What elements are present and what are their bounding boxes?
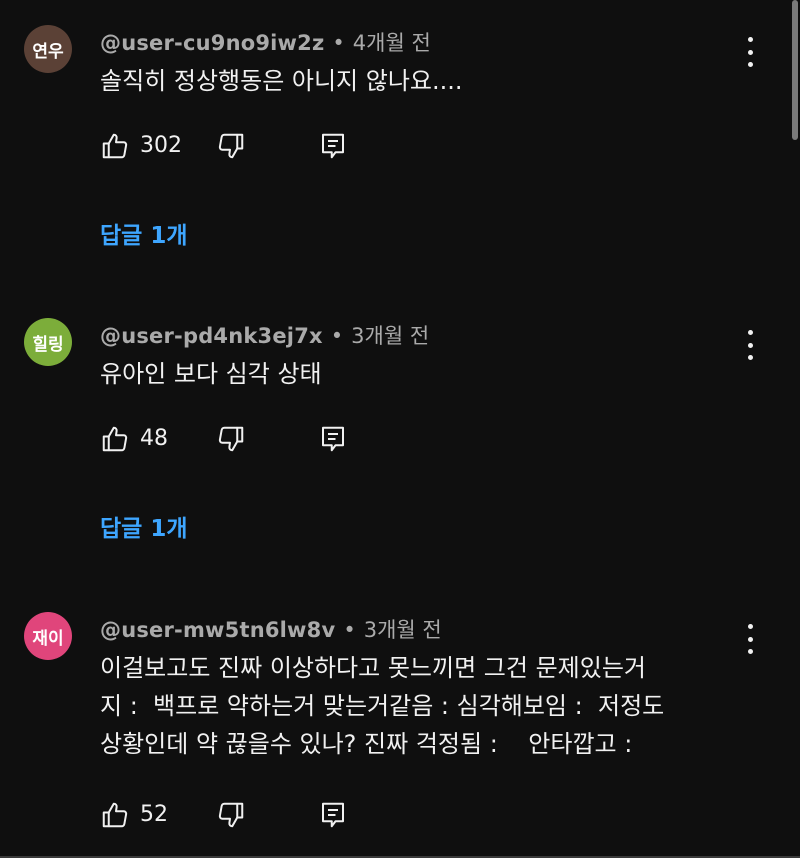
author-handle[interactable]: @user-mw5tn6lw8v xyxy=(100,618,335,642)
meta-separator: • xyxy=(330,324,344,348)
reply-icon[interactable] xyxy=(318,131,348,161)
view-replies-button[interactable]: 답글 1개 xyxy=(100,509,188,543)
avatar-text: 힐링 xyxy=(32,334,64,355)
avatar[interactable]: 연우 xyxy=(24,25,72,73)
comment-text: 이걸보고도 진짜 이상하다고 못느끼면 그건 문제있는거 지 : 백프로 약하는… xyxy=(100,649,780,763)
comment-meta: @user-pd4nk3ej7x • 3개월 전 xyxy=(100,320,429,350)
thumbs-up-icon[interactable] xyxy=(100,800,130,830)
meta-separator: • xyxy=(332,31,345,55)
meta-separator: • xyxy=(343,618,356,642)
thumbs-down-icon[interactable] xyxy=(216,424,246,454)
thumbs-down-icon[interactable] xyxy=(216,131,246,161)
reply-icon[interactable] xyxy=(318,800,348,830)
author-handle[interactable]: @user-pd4nk3ej7x xyxy=(100,324,323,348)
comment-meta: @user-mw5tn6lw8v • 3개월 전 xyxy=(100,614,442,644)
comment-text-line: 이걸보고도 진짜 이상하다고 못느끼면 그건 문제있는거 xyxy=(100,654,646,682)
avatar-text: 재이 xyxy=(32,628,64,649)
thumbs-up-icon[interactable] xyxy=(100,131,130,161)
comment-text-line: 지 : 백프로 약하는거 맞는거같음 : 심각해보임 : 저정도 xyxy=(100,692,665,720)
more-vert-icon[interactable] xyxy=(738,624,762,654)
more-vert-icon[interactable] xyxy=(738,37,762,67)
like-count: 302 xyxy=(140,133,182,158)
like-count: 52 xyxy=(140,802,168,827)
avatar[interactable]: 힐링 xyxy=(24,318,72,366)
comment-meta: @user-cu9no9iw2z • 4개월 전 xyxy=(100,27,431,57)
comment-text: 유아인 보다 심각 상태 xyxy=(100,360,322,388)
comment-time[interactable]: 4개월 전 xyxy=(353,31,431,55)
avatar-text: 연우 xyxy=(32,41,64,62)
comment-text: 솔직히 정상행동은 아니지 않나요.... xyxy=(100,67,463,95)
author-handle[interactable]: @user-cu9no9iw2z xyxy=(100,31,324,55)
avatar[interactable]: 재이 xyxy=(24,612,72,660)
thumbs-down-icon[interactable] xyxy=(216,800,246,830)
comment-time[interactable]: 3개월 전 xyxy=(364,618,442,642)
like-count: 48 xyxy=(140,426,168,451)
thumbs-up-icon[interactable] xyxy=(100,424,130,454)
view-replies-button[interactable]: 답글 1개 xyxy=(100,216,188,250)
scrollbar[interactable] xyxy=(792,0,798,140)
comment-time[interactable]: 3개월 전 xyxy=(351,324,429,348)
reply-icon[interactable] xyxy=(318,424,348,454)
more-vert-icon[interactable] xyxy=(738,330,762,360)
comment-text-line: 상황인데 약 끊을수 있나? 진짜 걱정됨 : 안타깝고 : xyxy=(100,730,633,758)
